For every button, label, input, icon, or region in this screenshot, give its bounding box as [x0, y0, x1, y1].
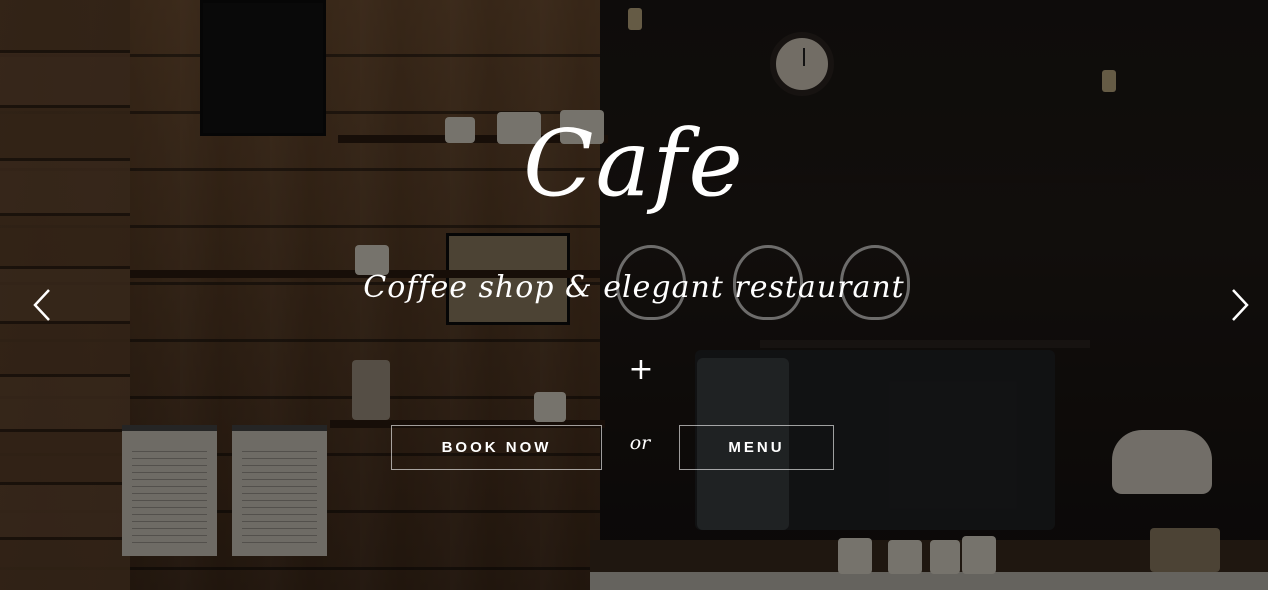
hero-content: Cafe Coffee shop & elegant restaurant + …	[0, 0, 1268, 590]
chevron-right-icon	[1232, 289, 1249, 321]
divider-symbol: +	[628, 352, 654, 387]
menu-button[interactable]: MENU	[679, 425, 834, 470]
separator-text: or	[629, 432, 651, 454]
hero-subtitle: Coffee shop & elegant restaurant	[363, 270, 905, 305]
carousel-prev-button[interactable]	[27, 285, 57, 325]
book-now-button[interactable]: BOOK NOW	[391, 425, 602, 470]
chevron-left-icon	[33, 289, 50, 321]
carousel-next-button[interactable]	[1225, 285, 1255, 325]
hero-carousel: Cafe Coffee shop & elegant restaurant + …	[0, 0, 1268, 590]
hero-title: Cafe	[523, 110, 745, 217]
